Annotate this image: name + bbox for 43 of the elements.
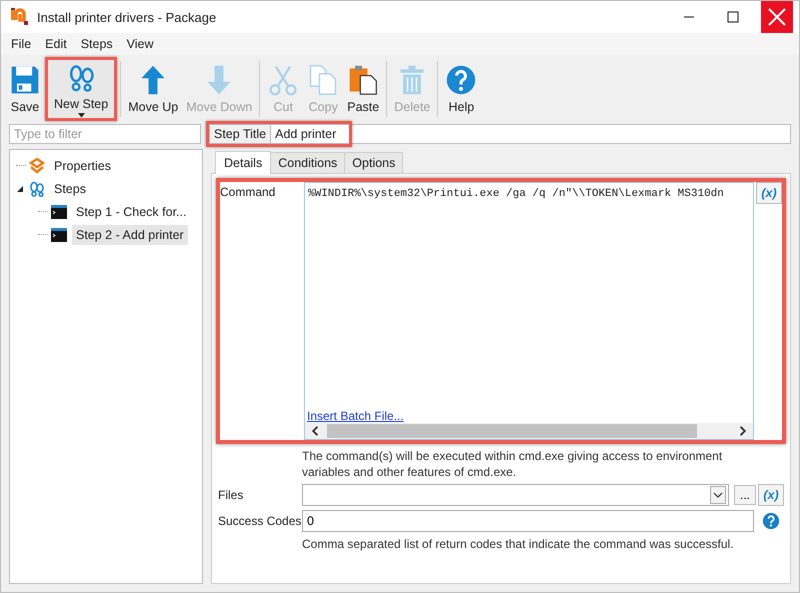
tab[interactable]: Conditions [270, 152, 346, 173]
app-logo-icon [9, 7, 29, 27]
variable-button[interactable]: (x) [756, 182, 782, 204]
tree-item[interactable]: Step 1 - Check for... [72, 202, 190, 222]
paste-icon [347, 64, 380, 96]
horizontal-scrollbar[interactable] [305, 423, 753, 439]
variable-button[interactable]: (x) [758, 484, 784, 506]
toolbar-button[interactable]: New Step [45, 57, 118, 121]
browse-button[interactable]: ... [734, 485, 756, 505]
scissors-icon [267, 64, 300, 96]
insert-batch-file-link[interactable]: Insert Batch File... [307, 409, 404, 423]
success-codes-field[interactable]: 0 [302, 510, 754, 532]
hint-text: Comma separated list of return codes that indicate the command was successful. [302, 536, 734, 552]
footprints-icon [29, 180, 45, 196]
toolbar-button[interactable]: Move Up [124, 57, 182, 121]
tree-item[interactable]: Properties [50, 156, 115, 176]
menu-item[interactable]: Edit [45, 37, 67, 51]
step-title-field[interactable]: Step Title Add printer [209, 124, 791, 144]
properties-icon [29, 158, 45, 174]
menu-item[interactable]: View [126, 37, 154, 51]
filter-field[interactable]: Type to filter [9, 124, 201, 144]
tab[interactable]: Options [344, 152, 404, 173]
tree-item[interactable]: Steps [50, 178, 90, 198]
console-icon [51, 226, 67, 242]
toolbar-button[interactable]: Paste [343, 57, 384, 121]
help-icon [445, 64, 478, 96]
tab[interactable]: Details [215, 151, 272, 174]
toolbar-button[interactable]: Help [441, 57, 482, 121]
hint-text: The command(s) will be executed within cmd.exe giving access to environment variables and other features of cmd.exe. [302, 448, 724, 480]
help-icon[interactable] [762, 512, 780, 530]
window-title: Install printer drivers - Package [37, 10, 216, 24]
field-label: Success Codes [218, 514, 302, 528]
field-label: Command [220, 184, 276, 201]
expander-icon[interactable] [16, 184, 24, 192]
tree-item[interactable]: Step 2 - Add printer [72, 224, 188, 244]
menu-item[interactable]: File [11, 37, 32, 51]
scrollbar-thumb[interactable] [327, 424, 697, 438]
toolbar-button[interactable]: Save [5, 57, 45, 121]
command-field[interactable]: %WINDIR%\system32\Printui.exe /ga /q /n"\\TOKEN\Lexmark MS310dn Insert Batch File... [304, 182, 754, 440]
menu-item[interactable]: Steps [80, 37, 113, 51]
field-label: Step Title [210, 125, 272, 143]
field-label: Files [218, 488, 244, 502]
console-icon [51, 204, 67, 220]
